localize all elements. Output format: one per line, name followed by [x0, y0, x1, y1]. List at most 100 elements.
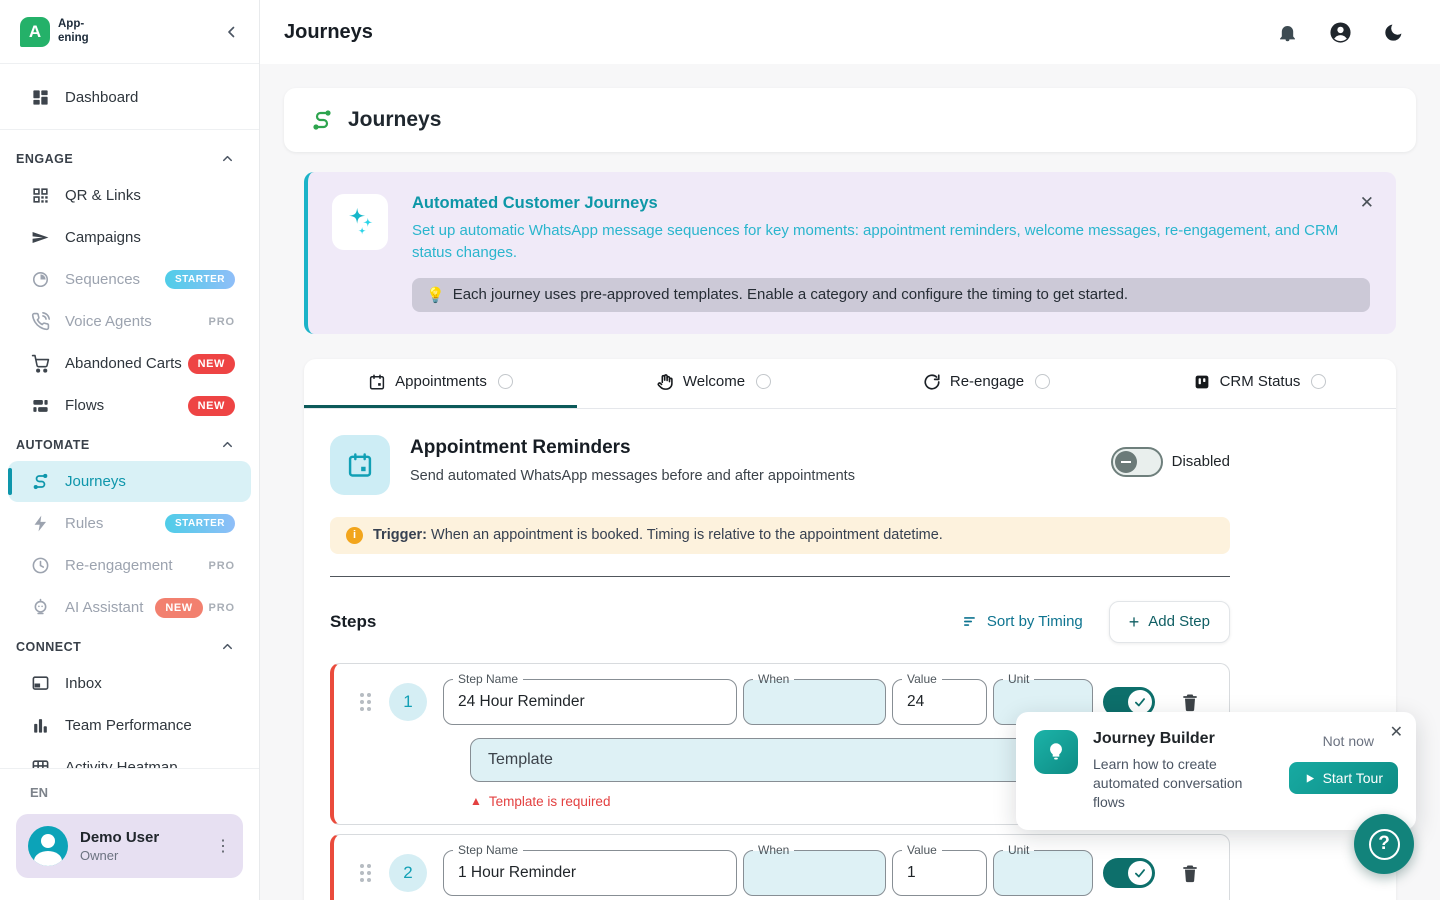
add-step-label: Add Step — [1148, 613, 1210, 630]
calendar-icon — [368, 373, 386, 391]
new-badge: NEW — [188, 396, 235, 416]
sidebar-item-sequences[interactable]: Sequences STARTER — [8, 259, 251, 300]
value-input[interactable]: Value 24 — [892, 679, 987, 725]
category-status-label: Disabled — [1172, 453, 1230, 470]
sidebar-item-label: Flows — [65, 397, 104, 414]
sidebar-collapse-button[interactable] — [223, 23, 241, 41]
flows-icon — [30, 396, 50, 415]
chevron-up-icon — [220, 639, 235, 654]
not-now-button[interactable]: Not now — [1323, 733, 1374, 749]
sidebar-item-ai-assistant[interactable]: AI Assistant NEW PRO — [8, 587, 251, 628]
sidebar-item-qr-links[interactable]: QR & Links — [8, 175, 251, 216]
sidebar-item-flows[interactable]: Flows NEW — [8, 385, 251, 426]
step-name-input[interactable]: Step Name 24 Hour Reminder — [443, 679, 737, 725]
sidebar-item-abandoned-carts[interactable]: Abandoned Carts NEW — [8, 343, 251, 384]
sidebar-item-journeys[interactable]: Journeys — [8, 461, 251, 502]
step-name-input[interactable]: Step Name 1 Hour Reminder — [443, 850, 737, 896]
warning-icon: ▲ — [470, 795, 482, 807]
category-title: Appointment Reminders — [410, 437, 1111, 459]
sidebar-item-rules[interactable]: Rules STARTER — [8, 503, 251, 544]
user-menu-button[interactable]: ⋮ — [215, 836, 231, 856]
bulb-emoji-icon: 💡 — [426, 286, 445, 304]
section-header-automate[interactable]: AUTOMATE — [0, 427, 259, 460]
when-select[interactable]: When — [743, 679, 886, 725]
field-value: 1 Hour Reminder — [458, 864, 576, 882]
play-icon — [1304, 773, 1315, 784]
field-label: When — [753, 672, 794, 686]
toggle-knob — [1128, 690, 1152, 714]
template-label: Template — [488, 751, 553, 769]
sort-by-timing-button[interactable]: Sort by Timing — [962, 613, 1083, 630]
sidebar-item-inbox[interactable]: Inbox — [8, 663, 251, 704]
step-enabled-toggle[interactable] — [1103, 858, 1155, 888]
sidebar-item-label: Activity Heatmap — [65, 759, 178, 768]
sidebar-item-label: Campaigns — [65, 229, 141, 246]
sidebar-item-team-performance[interactable]: Team Performance — [8, 705, 251, 746]
add-step-button[interactable]: + Add Step — [1109, 601, 1230, 643]
phone-icon — [30, 312, 50, 331]
trigger-text: Trigger: When an appointment is booked. … — [373, 527, 943, 543]
help-button[interactable]: ? — [1354, 814, 1414, 874]
value-input[interactable]: Value 1 — [892, 850, 987, 896]
tab-welcome[interactable]: Welcome — [577, 359, 850, 408]
sidebar-item-label: Rules — [65, 515, 103, 532]
page-title: Journeys — [348, 108, 441, 132]
close-icon[interactable]: ✕ — [1390, 722, 1403, 742]
field-value: 1 — [907, 864, 916, 882]
step-card-2: 2 Step Name 1 Hour Reminder When Value 1 — [330, 834, 1230, 900]
starter-badge: STARTER — [165, 514, 235, 533]
trigger-banner: i Trigger: When an appointment is booked… — [330, 517, 1230, 554]
user-meta: Demo User Owner — [80, 829, 159, 863]
sidebar-item-voice-agents[interactable]: Voice Agents PRO — [8, 301, 251, 342]
qr-code-icon — [30, 186, 50, 205]
field-label: Value — [902, 672, 942, 686]
section-header-engage[interactable]: ENGAGE — [0, 141, 259, 174]
delete-step-button[interactable] — [1180, 692, 1200, 712]
close-icon[interactable]: ✕ — [1360, 194, 1374, 211]
question-mark-icon: ? — [1369, 829, 1400, 860]
start-tour-button[interactable]: Start Tour — [1289, 762, 1398, 794]
user-circle-icon — [1329, 21, 1352, 44]
unit-select[interactable]: Unit — [993, 850, 1093, 896]
trash-icon — [1180, 863, 1200, 883]
sidebar-item-campaigns[interactable]: Campaigns — [8, 217, 251, 258]
sidebar-item-label: Re-engagement — [65, 557, 173, 574]
route-icon — [30, 472, 50, 491]
tab-bar: Appointments Welcome Re-engage — [304, 359, 1396, 409]
error-text: Template is required — [489, 794, 611, 809]
topbar: Journeys — [260, 0, 1440, 64]
tab-status-circle — [498, 374, 513, 389]
user-card[interactable]: Demo User Owner ⋮ — [16, 814, 243, 878]
sidebar-header: A App- ening — [0, 0, 259, 64]
brand-logo-icon: A — [20, 17, 50, 47]
tab-appointments[interactable]: Appointments — [304, 359, 577, 408]
route-icon — [310, 108, 334, 132]
step-number: 2 — [389, 854, 427, 892]
pro-tag: PRO — [209, 602, 235, 614]
tab-crm-status[interactable]: CRM Status — [1123, 359, 1396, 408]
starter-badge: STARTER — [165, 270, 235, 289]
check-icon — [1133, 866, 1147, 880]
sidebar-nav: Dashboard ENGAGE QR & Links Campaigns — [0, 64, 259, 768]
sidebar-item-dashboard[interactable]: Dashboard — [8, 77, 251, 118]
when-select[interactable]: When — [743, 850, 886, 896]
sidebar-footer: EN Demo User Owner ⋮ — [0, 768, 259, 900]
tab-label: CRM Status — [1220, 373, 1301, 390]
drag-handle-icon[interactable] — [360, 864, 371, 882]
trash-icon — [1180, 692, 1200, 712]
section-label: AUTOMATE — [16, 438, 90, 452]
dashboard-icon — [30, 88, 50, 107]
notifications-button[interactable] — [1277, 22, 1298, 43]
section-header-connect[interactable]: CONNECT — [0, 629, 259, 662]
delete-step-button[interactable] — [1180, 863, 1200, 883]
sidebar-item-label: Voice Agents — [65, 313, 152, 330]
dark-mode-toggle[interactable] — [1383, 22, 1404, 43]
language-selector[interactable]: EN — [16, 785, 243, 800]
sidebar-item-activity-heatmap[interactable]: Activity Heatmap — [8, 747, 251, 768]
drag-handle-icon[interactable] — [360, 693, 371, 711]
category-enable-toggle[interactable] — [1111, 447, 1163, 477]
tab-re-engage[interactable]: Re-engage — [850, 359, 1123, 408]
sidebar-item-re-engagement[interactable]: Re-engagement PRO — [8, 545, 251, 586]
tab-status-circle — [1035, 374, 1050, 389]
account-button[interactable] — [1329, 21, 1352, 44]
